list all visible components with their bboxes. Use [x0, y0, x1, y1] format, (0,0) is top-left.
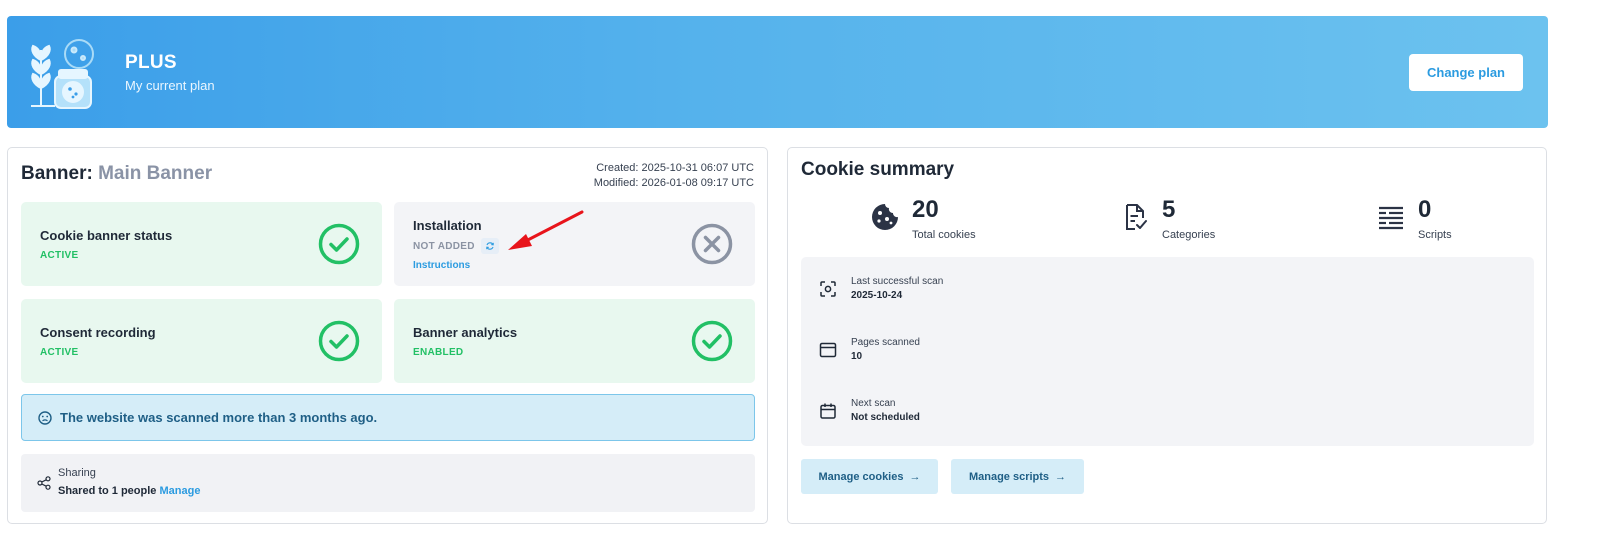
- stat-value: 5: [1162, 196, 1176, 223]
- stat-value: 20: [912, 196, 939, 223]
- scan-focus-icon: [820, 281, 836, 297]
- check-circle-icon: [318, 320, 360, 362]
- manage-scripts-button[interactable]: Manage scripts →: [951, 459, 1084, 494]
- banner-name: Main Banner: [98, 163, 213, 184]
- cookie-icon: [872, 204, 898, 230]
- tile-title: Installation: [413, 218, 482, 233]
- manage-sharing-link[interactable]: Manage: [159, 485, 200, 497]
- cookie-summary-card: Cookie summary 20 Total cookies 5 Catego…: [787, 147, 1547, 524]
- check-circle-icon: [318, 223, 360, 265]
- scan-warning-alert: The website was scanned more than 3 mont…: [21, 394, 755, 441]
- modified-date: Modified: 2026-01-08 09:17 UTC: [593, 177, 754, 189]
- plan-info: PLUS My current plan: [125, 52, 215, 93]
- status-badge: NOT ADDED: [413, 241, 475, 252]
- manage-cookies-button[interactable]: Manage cookies →: [801, 459, 938, 494]
- share-icon: [37, 476, 51, 490]
- scan-label: Next scan: [851, 398, 896, 409]
- stat-value: 0: [1418, 196, 1432, 223]
- scan-value: Not scheduled: [851, 412, 920, 423]
- plan-subtitle: My current plan: [125, 78, 215, 93]
- stat-label: Scripts: [1418, 229, 1452, 241]
- scan-value: 10: [851, 351, 863, 362]
- created-date: Created: 2025-10-31 06:07 UTC: [596, 162, 754, 174]
- check-circle-icon: [691, 320, 733, 362]
- scan-value: 2025-10-24: [851, 290, 903, 301]
- stat-label: Categories: [1162, 229, 1216, 241]
- browser-window-icon: [819, 342, 837, 358]
- banner-card: Banner: Main Banner Created: 2025-10-31 …: [7, 147, 768, 524]
- status-badge: ACTIVE: [40, 347, 79, 358]
- button-label: Manage scripts: [968, 470, 1050, 483]
- status-badge: ACTIVE: [40, 250, 79, 261]
- calendar-icon: [820, 403, 836, 419]
- banner-analytics-tile: Banner analytics ENABLED: [394, 299, 755, 383]
- sharing-status: Shared to 1 people Manage: [58, 485, 200, 497]
- cookie-banner-status-tile: Cookie banner status ACTIVE: [21, 202, 382, 286]
- status-badge: ENABLED: [413, 347, 464, 358]
- banner-heading-prefix: Banner:: [21, 163, 93, 184]
- sad-face-icon: [38, 410, 52, 425]
- instructions-link[interactable]: Instructions: [413, 260, 470, 271]
- refresh-button[interactable]: [481, 238, 499, 254]
- annotation-arrow-icon: [508, 210, 584, 250]
- plan-banner: PLUS My current plan Change plan: [7, 16, 1548, 128]
- arrow-right-icon: →: [1055, 470, 1067, 483]
- plant-jar-illustration-icon: [31, 39, 94, 109]
- sharing-label: Sharing: [58, 467, 96, 479]
- button-label: Manage cookies: [818, 470, 904, 483]
- list-icon: [1379, 206, 1403, 230]
- scan-label: Pages scanned: [851, 337, 920, 348]
- scan-label: Last successful scan: [851, 276, 944, 287]
- alert-text: The website was scanned more than 3 mont…: [60, 410, 378, 425]
- change-plan-button[interactable]: Change plan: [1409, 54, 1523, 91]
- tile-title: Consent recording: [40, 325, 156, 340]
- scan-info-panel: Last successful scan 2025-10-24 Pages sc…: [801, 257, 1534, 446]
- stat-label: Total cookies: [912, 229, 976, 241]
- document-check-icon: [1126, 204, 1147, 230]
- plan-name: PLUS: [125, 52, 177, 73]
- arrow-right-icon: →: [909, 470, 921, 483]
- tile-title: Cookie banner status: [40, 228, 173, 243]
- banner-heading: Banner: Main Banner: [21, 163, 212, 185]
- refresh-icon: [486, 242, 494, 250]
- x-circle-icon: [691, 223, 733, 265]
- tile-title: Banner analytics: [413, 325, 518, 340]
- banner-dates: Created: 2025-10-31 06:07 UTC Modified: …: [594, 161, 754, 191]
- sharing-text: Shared to 1 people: [58, 485, 157, 497]
- cookie-summary-title: Cookie summary: [801, 159, 955, 180]
- consent-recording-tile: Consent recording ACTIVE: [21, 299, 382, 383]
- page: PLUS My current plan Change plan Banner:…: [0, 0, 1607, 550]
- sharing-panel: Sharing Shared to 1 people Manage: [21, 454, 755, 512]
